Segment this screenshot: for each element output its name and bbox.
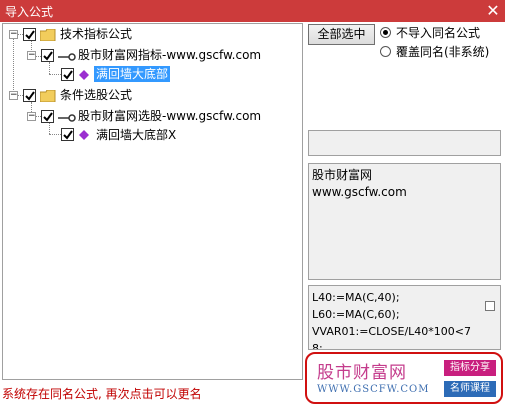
radio-skip-label[interactable]: 不导入同名公式: [396, 24, 480, 41]
formula-icon: [79, 70, 89, 80]
formula-info-panel: 股市财富网 www.gscfw.com: [308, 163, 501, 280]
status-message: 系统存在同名公式, 再次点击可以更名: [2, 387, 202, 401]
tree-leaf[interactable]: 满回墙大底部X: [96, 127, 176, 143]
key-icon: [58, 53, 76, 61]
select-all-button[interactable]: 全部选中: [308, 24, 375, 45]
watermark-name: 股市财富网: [317, 363, 407, 383]
leaf1-checkbox[interactable]: [61, 68, 74, 81]
watermark-logo: 股市财富网 WWW.GSCFW.COM 指标分享 名师课程: [305, 352, 503, 404]
radio-overwrite[interactable]: [380, 46, 391, 57]
tree-subgroup-screener[interactable]: 股市财富网选股-www.gscfw.com: [78, 108, 261, 124]
leaf2-checkbox[interactable]: [61, 128, 74, 141]
collapse-toggle[interactable]: −: [9, 30, 18, 39]
formula-tree[interactable]: − 技术指标公式 − 股市财富网指标-www.gscfw.com 满回墙大底部 …: [2, 23, 303, 380]
collapse-toggle[interactable]: −: [27, 112, 36, 121]
info-line: www.gscfw.com: [312, 185, 407, 199]
code-line: VVAR01:=CLOSE/L40*100<7: [312, 325, 471, 338]
code-line: L60:=MA(C,60);: [312, 308, 400, 321]
close-button[interactable]: ✕: [483, 1, 503, 21]
subgroup2-checkbox[interactable]: [41, 110, 54, 123]
code-panel-checkbox[interactable]: [485, 301, 495, 311]
key-icon: [58, 114, 76, 122]
folder-icon: [40, 90, 56, 102]
title-bar[interactable]: 导入公式 ✕: [0, 0, 505, 22]
code-line: 8;: [312, 342, 323, 350]
tree-group-technical[interactable]: 技术指标公式: [60, 26, 132, 42]
subgroup1-checkbox[interactable]: [41, 49, 54, 62]
watermark-tag: 名师课程: [444, 381, 496, 397]
code-line: L40:=MA(C,40);: [312, 291, 400, 304]
group2-checkbox[interactable]: [23, 89, 36, 102]
tree-group-screener[interactable]: 条件选股公式: [60, 87, 132, 103]
info-line: 股市财富网: [312, 168, 373, 182]
folder-icon: [40, 29, 56, 41]
tree-subgroup-indicator[interactable]: 股市财富网指标-www.gscfw.com: [78, 47, 261, 63]
collapse-toggle[interactable]: −: [9, 91, 18, 100]
description-field: [308, 130, 501, 156]
group1-checkbox[interactable]: [23, 28, 36, 41]
radio-overwrite-label[interactable]: 覆盖同名(非系统): [396, 43, 489, 60]
collapse-toggle[interactable]: −: [27, 51, 36, 60]
watermark-tag: 指标分享: [444, 360, 496, 376]
formula-icon: [79, 130, 89, 140]
window-title: 导入公式: [5, 5, 54, 19]
watermark-url: WWW.GSCFW.COM: [317, 384, 430, 395]
formula-code-panel[interactable]: L40:=MA(C,40); L60:=MA(C,60); VVAR01:=CL…: [308, 285, 501, 350]
tree-leaf-selected[interactable]: 满回墙大底部: [94, 66, 171, 82]
radio-skip-duplicates[interactable]: [380, 27, 391, 38]
